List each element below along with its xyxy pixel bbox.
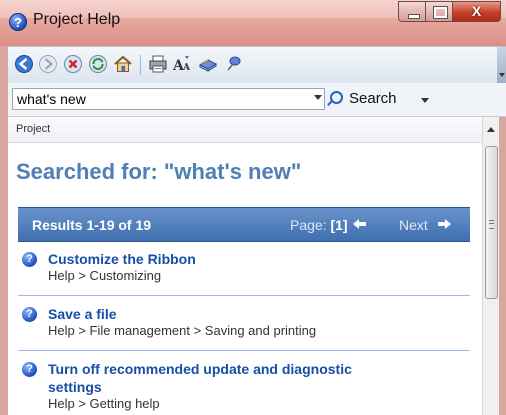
search-scope-dropdown-icon[interactable]: [421, 98, 429, 103]
results-header-bar: Results 1-19 of 19 Page: [1] Next: [18, 207, 470, 242]
close-button[interactable]: X: [453, 1, 501, 22]
result-divider: [18, 350, 470, 351]
table-of-contents-icon[interactable]: [198, 54, 218, 74]
window-title: Project Help: [33, 11, 121, 28]
close-icon: X: [471, 3, 482, 19]
window-right-border: [499, 117, 506, 415]
search-input[interactable]: [12, 88, 325, 110]
previous-page-arrow-icon[interactable]: [353, 219, 367, 229]
result-title-link-continued[interactable]: settings: [48, 379, 102, 395]
help-app-icon: ?: [9, 13, 27, 31]
maximize-button[interactable]: [426, 1, 453, 22]
print-icon[interactable]: [148, 54, 168, 74]
window-left-border: [0, 46, 8, 415]
toolbar: A A: [8, 46, 506, 84]
scrollbar-thumb[interactable]: [485, 146, 498, 299]
refresh-icon[interactable]: [88, 54, 108, 74]
search-icon: [330, 91, 343, 104]
vertical-scrollbar[interactable]: [482, 117, 500, 415]
help-content-pane: Project Searched for: "what's new" Resul…: [8, 117, 482, 415]
result-divider: [18, 295, 470, 296]
result-path: Help > Getting help: [48, 396, 160, 411]
help-topic-icon: ?: [22, 307, 37, 322]
search-button[interactable]: Search: [330, 88, 397, 110]
help-topic-icon: ?: [22, 252, 37, 267]
svg-text:A: A: [182, 63, 191, 73]
page-title: Searched for: "what's new": [16, 159, 302, 184]
forward-icon[interactable]: [38, 54, 58, 74]
home-icon[interactable]: [113, 54, 133, 74]
result-path: Help > File management > Saving and prin…: [48, 323, 317, 338]
title-bar[interactable]: ? Project Help X: [0, 0, 506, 46]
help-window: ? Project Help X A A what's new Search P…: [0, 0, 506, 415]
results-count: Results 1-19 of 19: [32, 217, 152, 233]
search-bar: Search: [8, 83, 506, 117]
next-page-arrow-icon[interactable]: [438, 219, 452, 229]
result-title-link[interactable]: Save a file: [48, 306, 117, 322]
text-size-icon[interactable]: A A: [172, 54, 192, 74]
stop-icon[interactable]: [63, 54, 83, 74]
back-icon[interactable]: [14, 54, 34, 74]
result-path: Help > Customizing: [48, 268, 162, 283]
breadcrumb: Project: [16, 123, 51, 135]
page-indicator: Page: [1]: [290, 217, 348, 233]
scrollbar-grip-icon: [489, 220, 494, 229]
scroll-up-arrow-icon[interactable]: [487, 127, 495, 132]
minimize-button[interactable]: [398, 1, 426, 22]
breadcrumb-bar: Project: [8, 117, 482, 143]
keep-on-top-icon[interactable]: [224, 54, 244, 74]
toolbar-overflow-chevron[interactable]: [497, 47, 506, 83]
result-title-link[interactable]: Turn off recommended update and diagnost…: [48, 361, 352, 377]
result-title-link[interactable]: Customize the Ribbon: [48, 251, 196, 267]
search-history-dropdown-icon[interactable]: [314, 95, 322, 100]
next-page-link[interactable]: Next: [399, 217, 428, 233]
help-topic-icon: ?: [22, 362, 37, 377]
